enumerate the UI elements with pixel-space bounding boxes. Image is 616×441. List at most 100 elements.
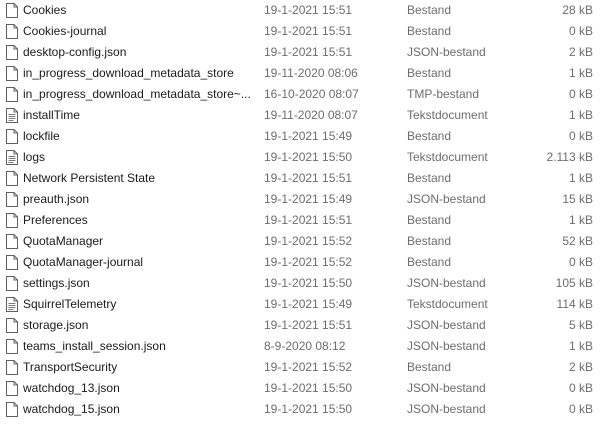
file-name[interactable]: storage.json [23,315,259,336]
file-size: 105 kB [555,276,593,290]
file-size: 2.113 kB [546,150,593,164]
file-date-modified: 19-1-2021 15:50 [264,276,353,290]
file-size: 1 kB [568,171,593,185]
blank-file-icon [6,399,18,420]
file-row[interactable]: Network Persistent State 19-1-2021 15:51… [0,168,616,189]
text-file-icon [6,294,18,315]
file-size: 0 kB [568,402,593,416]
blank-file-icon [6,63,18,84]
file-size: 0 kB [568,129,593,143]
file-row[interactable]: storage.json 19-1-2021 15:51 JSON-bestan… [0,315,616,336]
file-date-modified: 19-11-2020 08:07 [264,108,358,122]
file-name[interactable]: lockfile [23,126,259,147]
blank-file-icon [6,84,18,105]
file-date-modified: 19-1-2021 15:49 [264,129,353,143]
file-row[interactable]: in_progress_download_metadata_store~... … [0,84,616,105]
file-name[interactable]: watchdog_15.json [23,399,259,420]
file-date-modified: 19-1-2021 15:52 [264,234,353,248]
blank-file-icon [6,315,18,336]
file-date-modified: 8-9-2020 08:12 [264,339,346,353]
file-row[interactable]: watchdog_13.json 19-1-2021 15:50 JSON-be… [0,378,616,399]
file-name[interactable]: in_progress_download_metadata_store~... [23,84,259,105]
file-row[interactable]: in_progress_download_metadata_store 19-1… [0,63,616,84]
blank-file-icon [6,189,18,210]
file-row[interactable]: Preferences 19-1-2021 15:51 Bestand 1 kB [0,210,616,231]
file-size: 5 kB [568,318,593,332]
file-size: 114 kB [556,297,593,311]
file-date-modified: 19-1-2021 15:49 [264,297,353,311]
file-name[interactable]: Preferences [23,210,259,231]
file-date-modified: 19-1-2021 15:50 [264,402,353,416]
file-size: 2 kB [568,360,593,374]
file-name[interactable]: logs [23,147,259,168]
blank-file-icon [6,357,18,378]
file-list: Cookies 19-1-2021 15:51 Bestand 28 kB Co… [0,0,616,420]
file-name[interactable]: Cookies [23,0,259,21]
file-size: 1 kB [568,339,593,353]
file-row[interactable]: watchdog_15.json 19-1-2021 15:50 JSON-be… [0,399,616,420]
file-name[interactable]: TransportSecurity [23,357,259,378]
file-name[interactable]: teams_install_session.json [23,336,259,357]
file-row[interactable]: Cookies-journal 19-1-2021 15:51 Bestand … [0,21,616,42]
file-size: 0 kB [568,255,593,269]
blank-file-icon [6,168,18,189]
file-row[interactable]: installTime 19-11-2020 08:07 Tekstdocume… [0,105,616,126]
file-name[interactable]: in_progress_download_metadata_store [23,63,259,84]
blank-file-icon [6,126,18,147]
file-date-modified: 19-11-2020 08:06 [264,66,358,80]
file-date-modified: 19-1-2021 15:51 [264,318,353,332]
file-date-modified: 19-1-2021 15:51 [264,45,353,59]
file-date-modified: 19-1-2021 15:52 [264,255,353,269]
file-date-modified: 19-1-2021 15:49 [264,192,353,206]
text-file-icon [6,105,18,126]
blank-file-icon [6,252,18,273]
file-name[interactable]: Cookies-journal [23,21,259,42]
file-name[interactable]: QuotaManager [23,231,259,252]
file-size: 1 kB [568,213,593,227]
file-row[interactable]: logs 19-1-2021 15:50 Tekstdocument 2.113… [0,147,616,168]
file-date-modified: 19-1-2021 15:51 [264,213,353,227]
file-row[interactable]: QuotaManager-journal 19-1-2021 15:52 Bes… [0,252,616,273]
file-row[interactable]: teams_install_session.json 8-9-2020 08:1… [0,336,616,357]
blank-file-icon [6,231,18,252]
file-name[interactable]: desktop-config.json [23,42,259,63]
file-date-modified: 19-1-2021 15:50 [264,150,353,164]
file-name[interactable]: settings.json [23,273,259,294]
file-size: 1 kB [568,108,593,122]
file-size: 15 kB [562,192,593,206]
file-date-modified: 19-1-2021 15:51 [264,3,353,17]
file-row[interactable]: desktop-config.json 19-1-2021 15:51 JSON… [0,42,616,63]
file-size: 52 kB [562,234,593,248]
file-name[interactable]: SquirrelTelemetry [23,294,259,315]
file-name[interactable]: QuotaManager-journal [23,252,259,273]
file-size: 0 kB [568,87,593,101]
file-date-modified: 19-1-2021 15:50 [264,381,353,395]
blank-file-icon [6,273,18,294]
file-name[interactable]: installTime [23,105,259,126]
file-size: 1 kB [568,66,593,80]
blank-file-icon [6,378,18,399]
blank-file-icon [6,210,18,231]
file-size: 0 kB [568,24,593,38]
blank-file-icon [6,42,18,63]
blank-file-icon [6,0,18,21]
file-size: 2 kB [568,45,593,59]
file-size: 0 kB [568,381,593,395]
file-row[interactable]: SquirrelTelemetry 19-1-2021 15:49 Tekstd… [0,294,616,315]
file-row[interactable]: settings.json 19-1-2021 15:50 JSON-besta… [0,273,616,294]
file-name[interactable]: preauth.json [23,189,259,210]
file-row[interactable]: preauth.json 19-1-2021 15:49 JSON-bestan… [0,189,616,210]
file-name[interactable]: Network Persistent State [23,168,259,189]
file-date-modified: 19-1-2021 15:51 [264,171,353,185]
blank-file-icon [6,336,18,357]
file-row[interactable]: QuotaManager 19-1-2021 15:52 Bestand 52 … [0,231,616,252]
file-row[interactable]: TransportSecurity 19-1-2021 15:52 Bestan… [0,357,616,378]
file-name[interactable]: watchdog_13.json [23,378,259,399]
file-date-modified: 16-10-2020 08:07 [264,87,359,101]
blank-file-icon [6,21,18,42]
file-date-modified: 19-1-2021 15:51 [264,24,353,38]
file-row[interactable]: lockfile 19-1-2021 15:49 Bestand 0 kB [0,126,616,147]
text-file-icon [6,147,18,168]
file-row[interactable]: Cookies 19-1-2021 15:51 Bestand 28 kB [0,0,616,21]
file-size: 28 kB [562,3,593,17]
